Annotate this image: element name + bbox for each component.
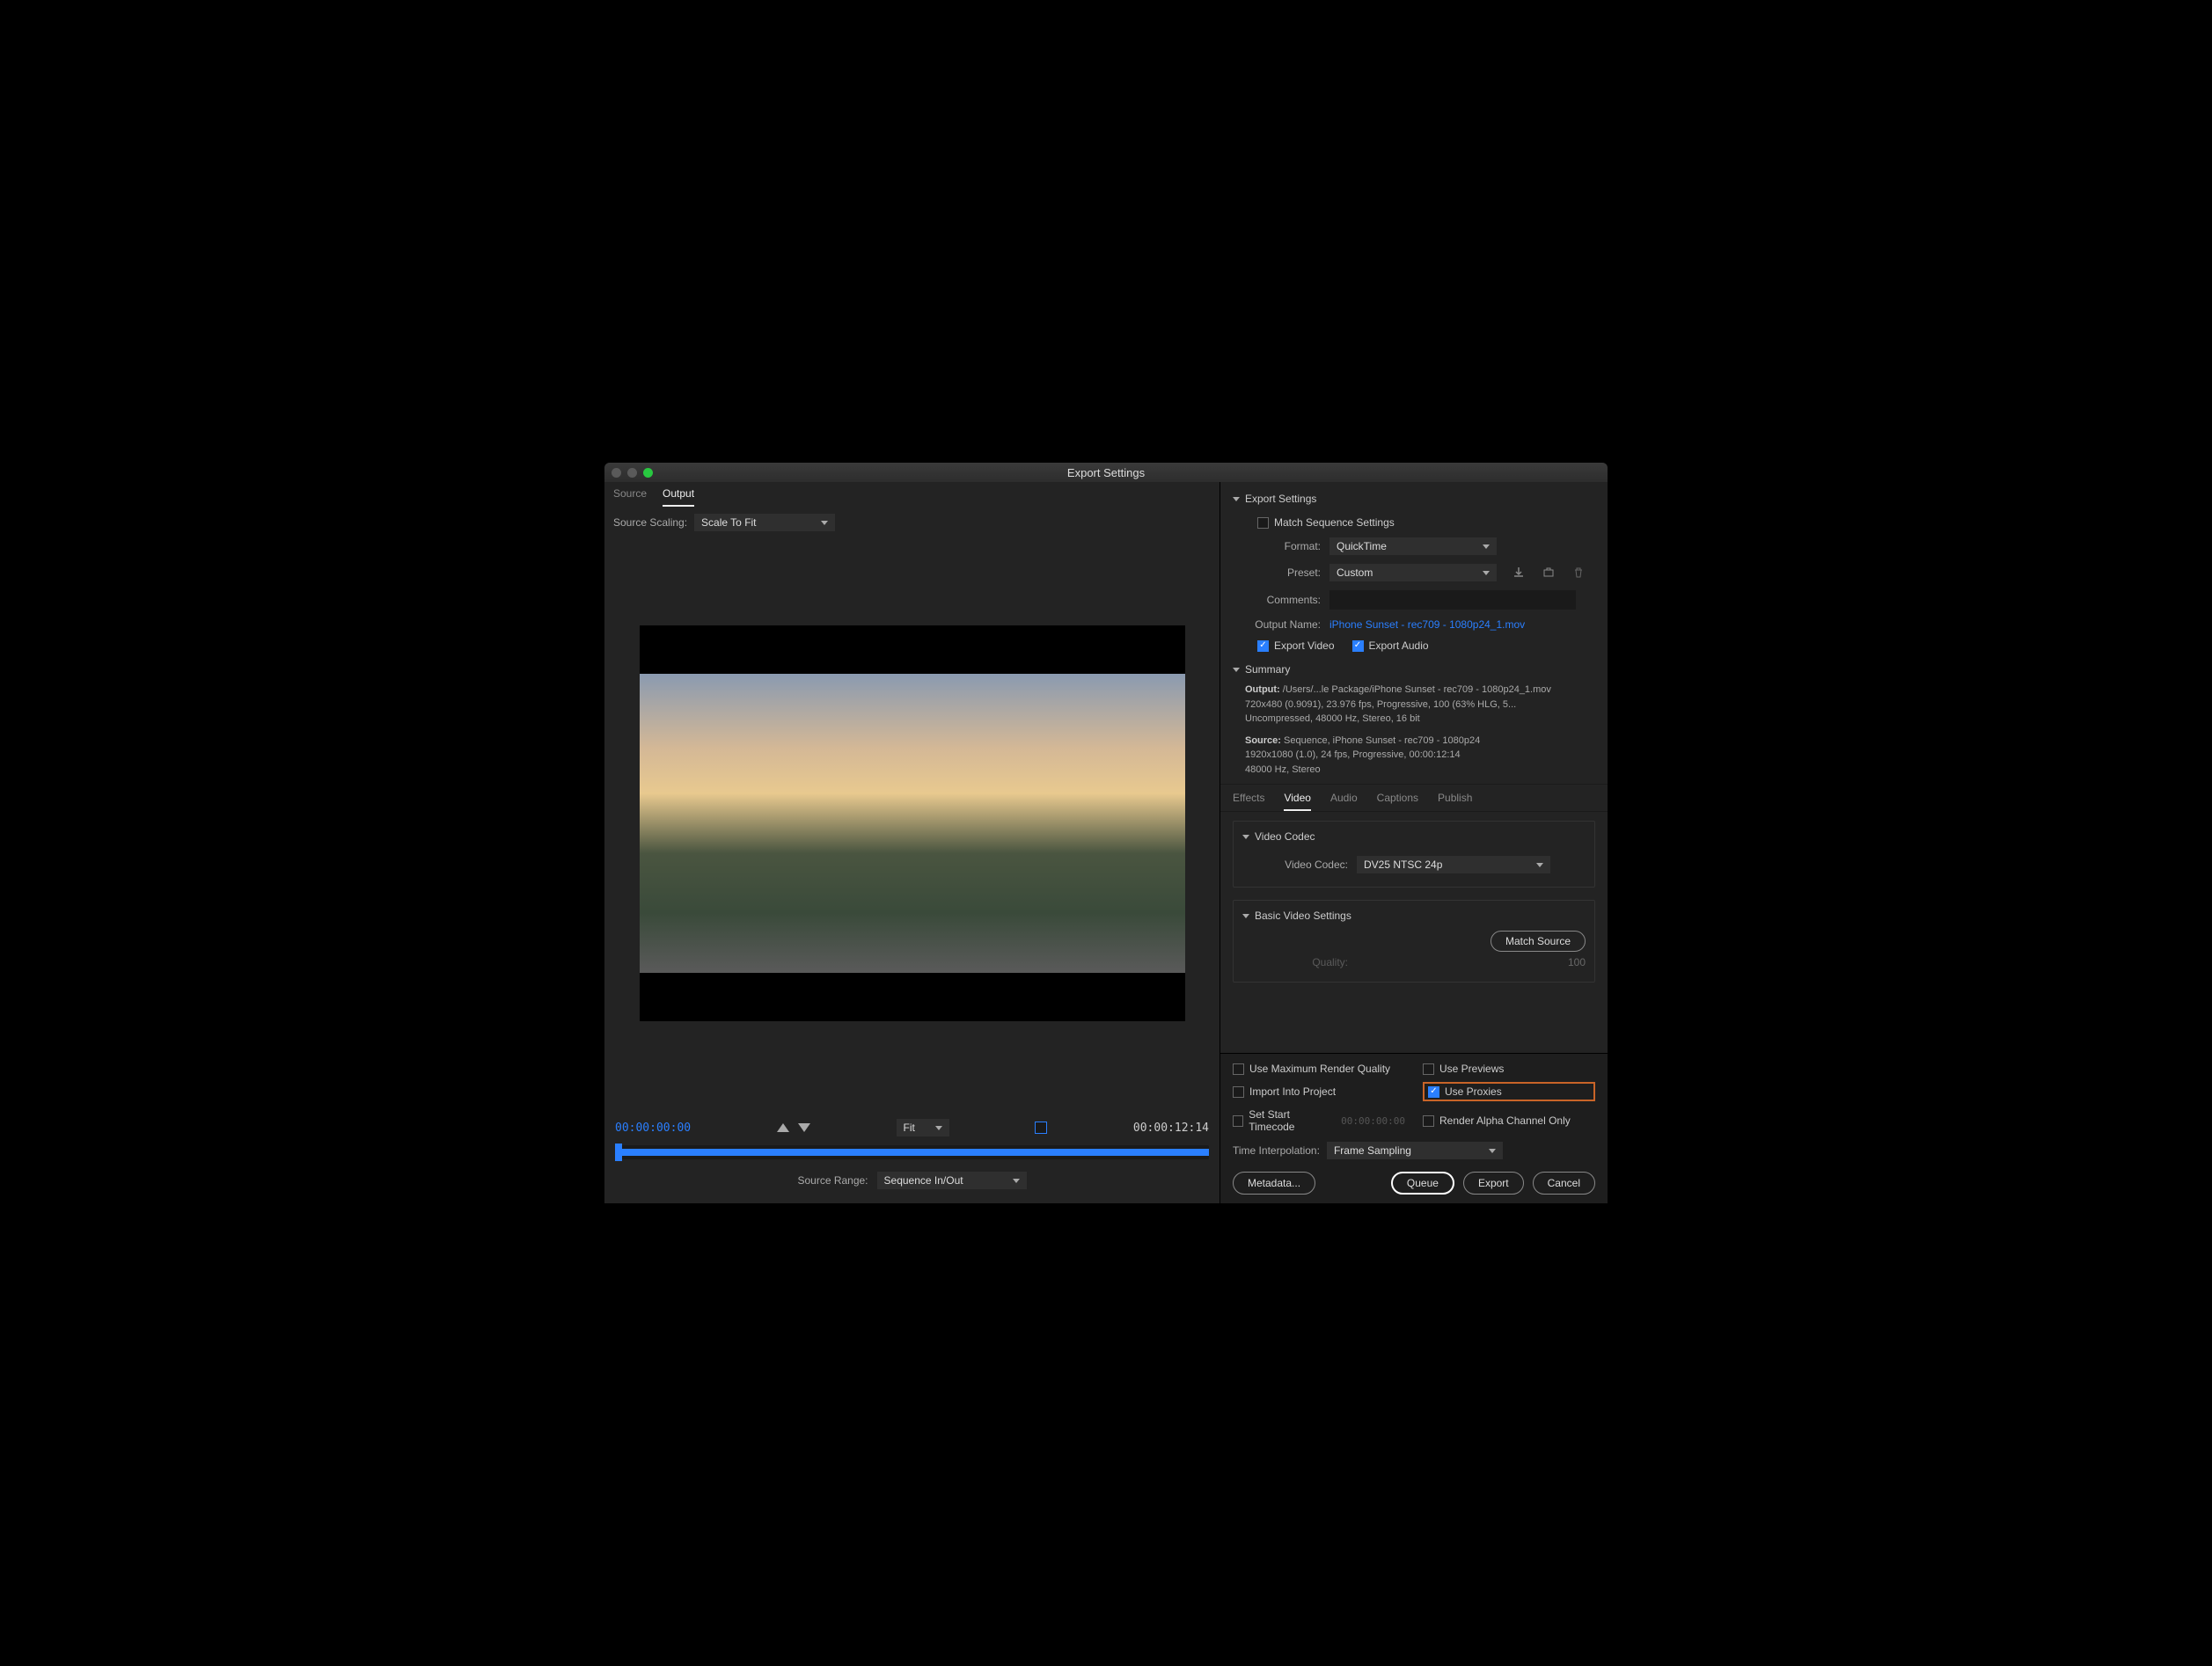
- current-time[interactable]: 00:00:00:00: [615, 1122, 691, 1135]
- quality-label: Quality:: [1242, 956, 1348, 968]
- chevron-down-icon: [1242, 914, 1249, 918]
- duration-time: 00:00:12:14: [1133, 1122, 1209, 1135]
- comments-label: Comments:: [1233, 594, 1321, 606]
- tab-video[interactable]: Video: [1284, 792, 1310, 811]
- preview-area: [604, 538, 1220, 1108]
- tab-output[interactable]: Output: [663, 487, 694, 507]
- bottom-options: Use Maximum Render Quality Use Previews …: [1220, 1053, 1608, 1203]
- video-codec-dropdown[interactable]: DV25 NTSC 24p: [1357, 856, 1550, 873]
- source-scaling-label: Source Scaling:: [613, 516, 687, 529]
- match-sequence-checkbox[interactable]: Match Sequence Settings: [1257, 516, 1395, 529]
- set-start-timecode-checkbox[interactable]: Set Start Timecode 00:00:00:00: [1233, 1108, 1405, 1133]
- tab-source[interactable]: Source: [613, 487, 647, 507]
- preview-viewport: [640, 625, 1185, 1021]
- chevron-down-icon: [1233, 668, 1240, 672]
- source-scaling-dropdown[interactable]: Scale To Fit: [694, 514, 835, 531]
- aspect-ratio-icon[interactable]: [1035, 1122, 1047, 1134]
- use-proxies-checkbox[interactable]: Use Proxies: [1428, 1085, 1502, 1098]
- preset-label: Preset:: [1233, 566, 1321, 579]
- max-render-quality-checkbox[interactable]: Use Maximum Render Quality: [1233, 1063, 1405, 1075]
- source-range-dropdown[interactable]: Sequence In/Out: [877, 1172, 1027, 1189]
- export-settings-header[interactable]: Export Settings: [1233, 489, 1595, 512]
- delete-preset-icon[interactable]: [1571, 565, 1586, 581]
- mark-out-icon[interactable]: [798, 1123, 810, 1132]
- summary-output: Output: /Users/...le Package/iPhone Suns…: [1233, 683, 1595, 727]
- playhead[interactable]: [615, 1144, 622, 1161]
- export-settings-window: Export Settings Source Output Source Sca…: [604, 463, 1608, 1203]
- format-label: Format:: [1233, 540, 1321, 552]
- import-into-project-checkbox[interactable]: Import Into Project: [1233, 1082, 1405, 1101]
- match-source-button[interactable]: Match Source: [1491, 931, 1586, 952]
- video-codec-header[interactable]: Video Codec: [1242, 830, 1586, 843]
- use-previews-checkbox[interactable]: Use Previews: [1423, 1063, 1595, 1075]
- preview-image: [640, 674, 1185, 973]
- zoom-fit-dropdown[interactable]: Fit: [897, 1119, 949, 1136]
- tab-effects[interactable]: Effects: [1233, 792, 1264, 811]
- save-preset-icon[interactable]: [1511, 565, 1527, 581]
- chevron-down-icon: [1233, 497, 1240, 501]
- export-audio-checkbox[interactable]: Export Audio: [1352, 639, 1429, 652]
- timeline-slider[interactable]: [615, 1145, 1209, 1159]
- tab-audio[interactable]: Audio: [1330, 792, 1358, 811]
- use-proxies-highlight: Use Proxies: [1423, 1082, 1595, 1101]
- summary-source: Source: Sequence, iPhone Sunset - rec709…: [1233, 734, 1595, 778]
- export-button[interactable]: Export: [1463, 1172, 1524, 1195]
- basic-video-header[interactable]: Basic Video Settings: [1242, 910, 1586, 922]
- preset-dropdown[interactable]: Custom: [1329, 564, 1497, 581]
- mark-in-icon[interactable]: [777, 1123, 789, 1132]
- queue-button[interactable]: Queue: [1391, 1172, 1454, 1195]
- time-interpolation-label: Time Interpolation:: [1233, 1144, 1320, 1157]
- import-preset-icon[interactable]: [1541, 565, 1556, 581]
- output-name-link[interactable]: iPhone Sunset - rec709 - 1080p24_1.mov: [1329, 618, 1525, 631]
- time-interpolation-dropdown[interactable]: Frame Sampling: [1327, 1142, 1503, 1159]
- quality-value: 100: [1568, 956, 1586, 968]
- timeline-controls: 00:00:00:00 Fit 00:00:12:14 Source Range…: [604, 1108, 1220, 1203]
- video-settings-scroll[interactable]: Video Codec Video Codec: DV25 NTSC 24p B…: [1220, 812, 1608, 1053]
- format-dropdown[interactable]: QuickTime: [1329, 537, 1497, 555]
- start-timecode-value: 00:00:00:00: [1341, 1115, 1405, 1127]
- render-alpha-checkbox[interactable]: Render Alpha Channel Only: [1423, 1108, 1595, 1133]
- tab-publish[interactable]: Publish: [1438, 792, 1472, 811]
- comments-input[interactable]: [1329, 590, 1576, 610]
- summary-header[interactable]: Summary: [1233, 656, 1595, 683]
- output-name-label: Output Name:: [1233, 618, 1321, 631]
- cancel-button[interactable]: Cancel: [1533, 1172, 1595, 1195]
- source-range-label: Source Range:: [797, 1174, 868, 1187]
- metadata-button[interactable]: Metadata...: [1233, 1172, 1315, 1195]
- window-title: Export Settings: [604, 466, 1608, 479]
- titlebar: Export Settings: [604, 463, 1608, 482]
- tab-captions[interactable]: Captions: [1377, 792, 1418, 811]
- settings-panel: Export Settings Match Sequence Settings …: [1220, 482, 1608, 1203]
- export-video-checkbox[interactable]: Export Video: [1257, 639, 1335, 652]
- preview-panel: Source Output Source Scaling: Scale To F…: [604, 482, 1220, 1203]
- chevron-down-icon: [1242, 835, 1249, 839]
- video-codec-label: Video Codec:: [1242, 859, 1348, 871]
